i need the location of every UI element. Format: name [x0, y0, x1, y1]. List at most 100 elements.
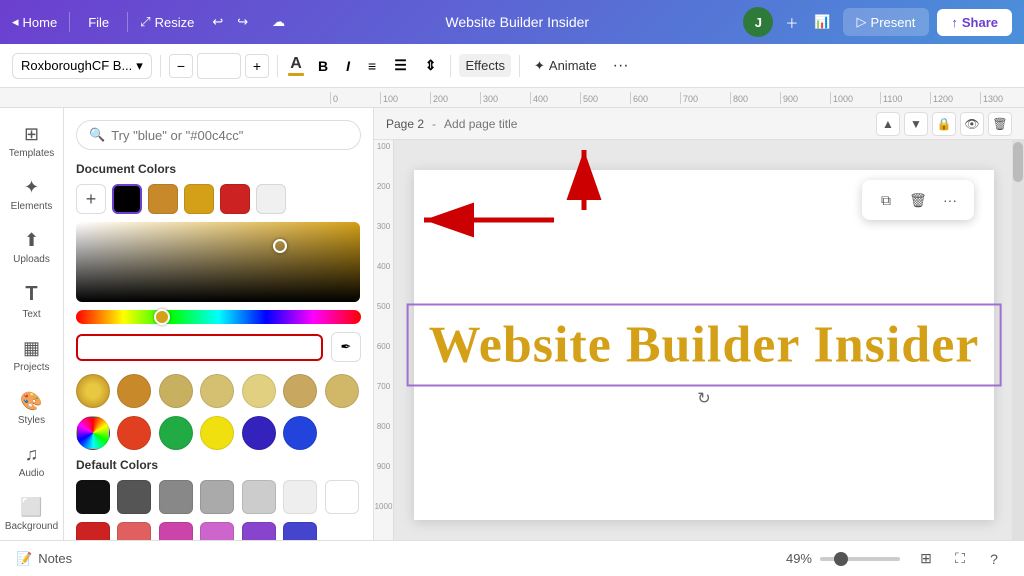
default-near-white[interactable] [283, 480, 317, 514]
grid-view-button[interactable]: ⊞ [912, 545, 940, 573]
ruler-mark-0: 0 [330, 92, 380, 104]
page-hide-button[interactable]: 👁 [960, 112, 984, 136]
gold-swatch-2[interactable] [159, 374, 193, 408]
yellow-swatch[interactable] [200, 416, 234, 450]
default-purple-pink[interactable] [200, 522, 234, 540]
spacing-button[interactable]: ⇕ [419, 53, 443, 78]
hue-slider[interactable] [76, 310, 361, 324]
eyedropper-button[interactable]: ✒ [331, 332, 361, 362]
help-button[interactable]: ? [980, 545, 1008, 573]
blue-swatch[interactable] [283, 416, 317, 450]
default-white[interactable] [325, 480, 359, 514]
default-mid-gray[interactable] [200, 480, 234, 514]
default-gray[interactable] [159, 480, 193, 514]
page-separator: - [432, 117, 436, 131]
add-color-button[interactable]: + [76, 184, 106, 214]
sidebar-item-uploads[interactable]: ⬆ Uploads [4, 222, 60, 273]
indigo-swatch[interactable] [242, 416, 276, 450]
sidebar-item-audio[interactable]: ♫ Audio [4, 436, 60, 487]
picker-dot[interactable] [273, 239, 287, 253]
gold-swatch-3[interactable] [200, 374, 234, 408]
italic-button[interactable]: I [340, 54, 356, 78]
canvas-paper[interactable]: ⧉ 🗑 ··· Website Builder Insider ↻ [414, 170, 994, 520]
ruler-mark-1300: 1300 [980, 92, 1024, 104]
green-swatch[interactable] [159, 416, 193, 450]
copy-button[interactable]: ⧉ [872, 186, 900, 214]
cloud-button[interactable]: ☁ [266, 10, 291, 34]
align-button[interactable]: ≡ [362, 54, 382, 78]
zoom-slider[interactable] [820, 557, 900, 561]
gold-swatch-1[interactable] [117, 374, 151, 408]
doc-swatch-4[interactable] [256, 184, 286, 214]
gold-swatch-4[interactable] [242, 374, 276, 408]
doc-swatch-black[interactable] [112, 184, 142, 214]
gold-swatch-5[interactable] [283, 374, 317, 408]
scrollbar-thumb[interactable] [1013, 142, 1023, 182]
page-up-button[interactable]: ▲ [876, 112, 900, 136]
sidebar-item-styles[interactable]: 🎨 Styles [4, 383, 60, 434]
canvas-text-element[interactable]: Website Builder Insider ↻ [407, 304, 1002, 387]
more-button[interactable]: ··· [936, 186, 964, 214]
right-scrollbar[interactable] [1012, 140, 1024, 540]
page-down-button[interactable]: ▼ [904, 112, 928, 136]
user-avatar[interactable]: J [743, 7, 773, 37]
delete-button[interactable]: 🗑 [904, 186, 932, 214]
page-delete-button[interactable]: 🗑 [988, 112, 1012, 136]
notes-button[interactable]: 📝 Notes [16, 551, 72, 567]
left-ruler-900: 900 [377, 460, 390, 500]
gradient-canvas[interactable] [76, 222, 360, 302]
increase-size-button[interactable]: + [245, 54, 269, 78]
default-black[interactable] [76, 480, 110, 514]
effects-button[interactable]: Effects [459, 54, 511, 77]
sidebar-item-projects[interactable]: ▦ Projects [4, 330, 60, 381]
topbar-right: J ＋ 📊 ▷ Present ↑ Share [743, 7, 1012, 37]
decrease-size-button[interactable]: − [169, 54, 193, 78]
hue-thumb[interactable] [154, 309, 170, 325]
gold-swatch-0[interactable] [76, 374, 110, 408]
color-search-bar[interactable]: 🔍 [76, 120, 361, 150]
default-red[interactable] [76, 522, 110, 540]
doc-swatch-1[interactable] [148, 184, 178, 214]
more-options-button[interactable]: ··· [609, 53, 633, 79]
fullscreen-button[interactable]: ⛶ [946, 545, 974, 573]
share-button[interactable]: ↑ Share [937, 9, 1012, 36]
redo-button[interactable]: ↪ [231, 10, 254, 34]
rotate-handle[interactable]: ↻ [697, 389, 710, 409]
font-size-input[interactable]: 104 [197, 53, 241, 79]
resize-button[interactable]: ⤢ Resize [140, 14, 194, 30]
default-purple[interactable] [242, 522, 276, 540]
bold-button[interactable]: B [312, 54, 334, 78]
sidebar-item-elements[interactable]: ✦ Elements [4, 169, 60, 220]
default-pink[interactable] [159, 522, 193, 540]
default-blue-purple[interactable] [283, 522, 317, 540]
hex-input[interactable]: #DFB84D [76, 334, 323, 361]
doc-swatch-2[interactable] [184, 184, 214, 214]
list-button[interactable]: ☰ [388, 53, 413, 78]
undo-button[interactable]: ↩ [206, 10, 229, 34]
analytics-button[interactable]: 📊 [810, 10, 834, 34]
animate-button[interactable]: ✦ Animate [528, 54, 603, 78]
add-button[interactable]: ＋ [781, 9, 802, 36]
default-light-red[interactable] [117, 522, 151, 540]
canvas-viewport[interactable]: ⧉ 🗑 ··· Website Builder Insider ↻ [394, 140, 1024, 540]
home-button[interactable]: ◂ Home [12, 14, 57, 30]
sidebar-item-background[interactable]: ⬜ Background [4, 489, 60, 540]
zoom-control: 49% [786, 551, 900, 566]
file-button[interactable]: File [82, 11, 115, 34]
color-search-input[interactable] [111, 128, 348, 143]
doc-swatch-3[interactable] [220, 184, 250, 214]
canvas-area[interactable]: Page 2 - ▲ ▼ 🔒 👁 🗑 100 200 300 400 500 6… [374, 108, 1024, 540]
page-title-input[interactable] [444, 117, 599, 131]
sidebar-item-templates[interactable]: ⊞ Templates [4, 116, 60, 167]
gold-swatch-6[interactable] [325, 374, 359, 408]
font-selector[interactable]: RoxboroughCF B... ▾ [12, 53, 152, 79]
rainbow-swatch[interactable] [76, 416, 110, 450]
page-lock-button[interactable]: 🔒 [932, 112, 956, 136]
text-color-button[interactable]: A [286, 54, 306, 78]
present-button[interactable]: ▷ Present [843, 8, 930, 36]
default-dark-gray[interactable] [117, 480, 151, 514]
color-swatches-row [76, 416, 361, 450]
sidebar-item-text[interactable]: T Text [4, 275, 60, 328]
default-light-gray[interactable] [242, 480, 276, 514]
red-swatch[interactable] [117, 416, 151, 450]
